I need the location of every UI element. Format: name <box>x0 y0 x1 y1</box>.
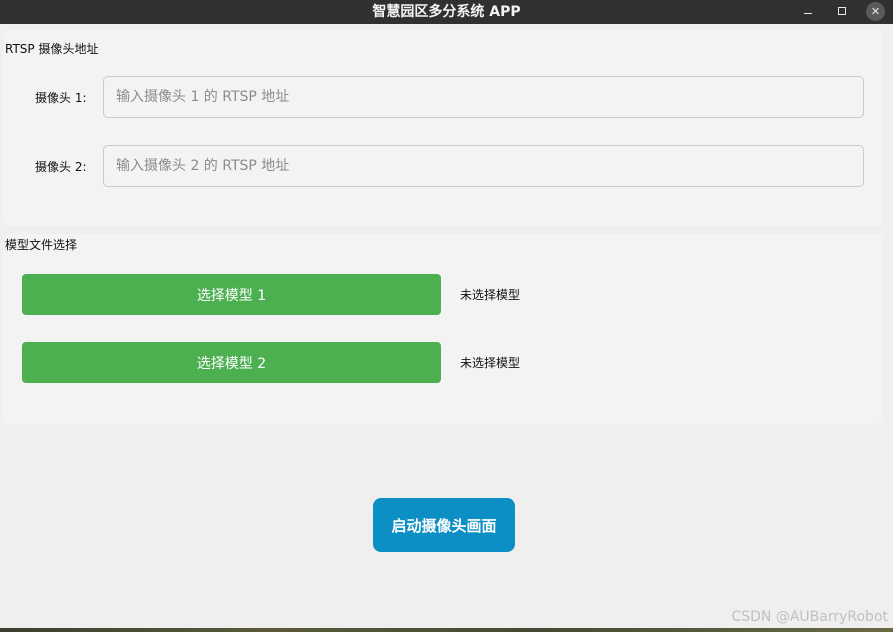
minimize-icon <box>804 13 812 14</box>
desktop-background-strip <box>0 628 893 632</box>
app-window: 智慧园区多分系统 APP ✕ RTSP 摄像头地址 摄像头 1: 摄像头 2: … <box>0 0 893 628</box>
model-group: 模型文件选择 选择模型 1 未选择模型 选择模型 2 未选择模型 <box>3 234 883 424</box>
rtsp-group: RTSP 摄像头地址 摄像头 1: 摄像头 2: <box>3 30 883 226</box>
camera-2-label: 摄像头 2: <box>35 160 87 174</box>
model-group-title: 模型文件选择 <box>5 238 78 252</box>
camera-2-rtsp-input[interactable] <box>103 145 864 187</box>
start-camera-button[interactable]: 启动摄像头画面 <box>373 498 515 552</box>
model-1-status: 未选择模型 <box>460 288 521 302</box>
window-title: 智慧园区多分系统 APP <box>372 4 521 20</box>
maximize-icon <box>838 7 846 15</box>
rtsp-group-title: RTSP 摄像头地址 <box>5 42 99 56</box>
minimize-button[interactable] <box>798 0 818 24</box>
close-icon: ✕ <box>870 5 881 18</box>
camera-1-rtsp-input[interactable] <box>103 76 864 118</box>
maximize-button[interactable] <box>832 0 852 24</box>
select-model-2-button[interactable]: 选择模型 2 <box>22 342 441 383</box>
select-model-1-button[interactable]: 选择模型 1 <box>22 274 441 315</box>
model-2-status: 未选择模型 <box>460 356 521 370</box>
camera-1-label: 摄像头 1: <box>35 91 87 105</box>
watermark: CSDN @AUBarryRobot <box>731 609 888 625</box>
title-bar[interactable]: 智慧园区多分系统 APP ✕ <box>0 0 893 24</box>
close-button[interactable]: ✕ <box>866 2 885 21</box>
